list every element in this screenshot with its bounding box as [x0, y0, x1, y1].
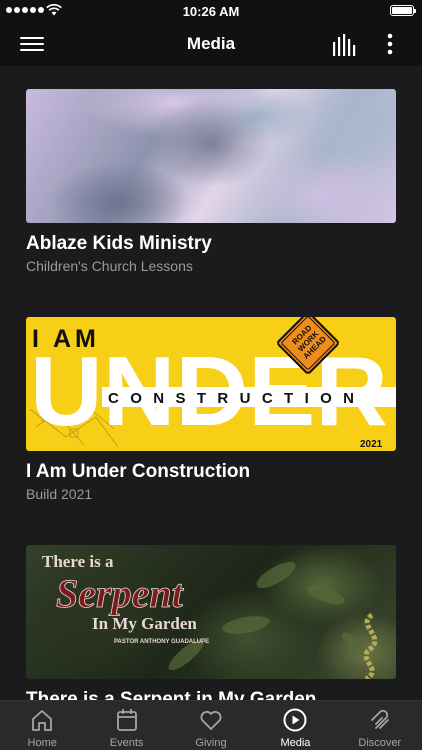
media-subtitle: Children's Church Lessons: [26, 258, 193, 274]
tab-label: Events: [109, 737, 144, 749]
media-list: Ablaze Kids Ministry Children's Church L…: [0, 66, 422, 700]
heart-icon: [200, 711, 222, 730]
hamburger-menu-icon[interactable]: [20, 33, 44, 55]
tab-events[interactable]: Events: [84, 701, 168, 750]
tab-media[interactable]: Media: [253, 701, 337, 750]
cloud-sky-thumbnail: [26, 89, 396, 223]
media-title: There is a Serpent in My Garden: [26, 689, 317, 700]
equalizer-icon[interactable]: [332, 34, 356, 56]
art-year: 2021: [360, 439, 383, 450]
art-line-3: In My Garden: [92, 614, 197, 633]
under-construction-thumbnail: I AM UNDER CONSTRUCTION ROAD WORK AHEAD …: [26, 317, 396, 451]
nav-bar: Media: [0, 22, 422, 66]
tab-label: Home: [27, 737, 57, 749]
media-item-ablaze-kids[interactable]: Ablaze Kids Ministry Children's Church L…: [26, 89, 396, 275]
tab-discover[interactable]: Discover: [338, 701, 422, 750]
art-credit: PASTOR ANTHONY GUADALUPE: [114, 639, 209, 645]
tab-home[interactable]: Home: [0, 701, 84, 750]
status-time: 10:26 AM: [182, 4, 240, 19]
calendar-icon: [116, 709, 137, 731]
tab-label: Giving: [195, 737, 227, 749]
more-vertical-icon[interactable]: [380, 32, 400, 56]
tab-bar: Home Events Giving Media Discover: [0, 700, 422, 750]
play-circle-icon: [283, 708, 307, 732]
discover-icon: [370, 709, 389, 729]
media-item-serpent-garden[interactable]: There is a Serpent In My Garden PASTOR A…: [26, 545, 396, 700]
art-line-2: Serpent: [56, 571, 185, 616]
tab-label: Media: [280, 737, 311, 749]
media-title: I Am Under Construction: [26, 461, 251, 482]
art-line-1: There is a: [42, 552, 114, 571]
battery-icon: [390, 5, 416, 16]
media-item-under-construction[interactable]: I AM UNDER CONSTRUCTION ROAD WORK AHEAD …: [26, 317, 396, 503]
media-title: Ablaze Kids Ministry: [26, 233, 212, 254]
tab-giving[interactable]: Giving: [169, 701, 253, 750]
media-subtitle: Build 2021: [26, 486, 93, 502]
tab-label: Discover: [358, 737, 402, 749]
home-icon: [32, 710, 53, 731]
serpent-garden-thumbnail: There is a Serpent In My Garden PASTOR A…: [26, 545, 396, 679]
page-title: Media: [186, 34, 236, 53]
status-bar: 10:26 AM: [0, 0, 422, 22]
